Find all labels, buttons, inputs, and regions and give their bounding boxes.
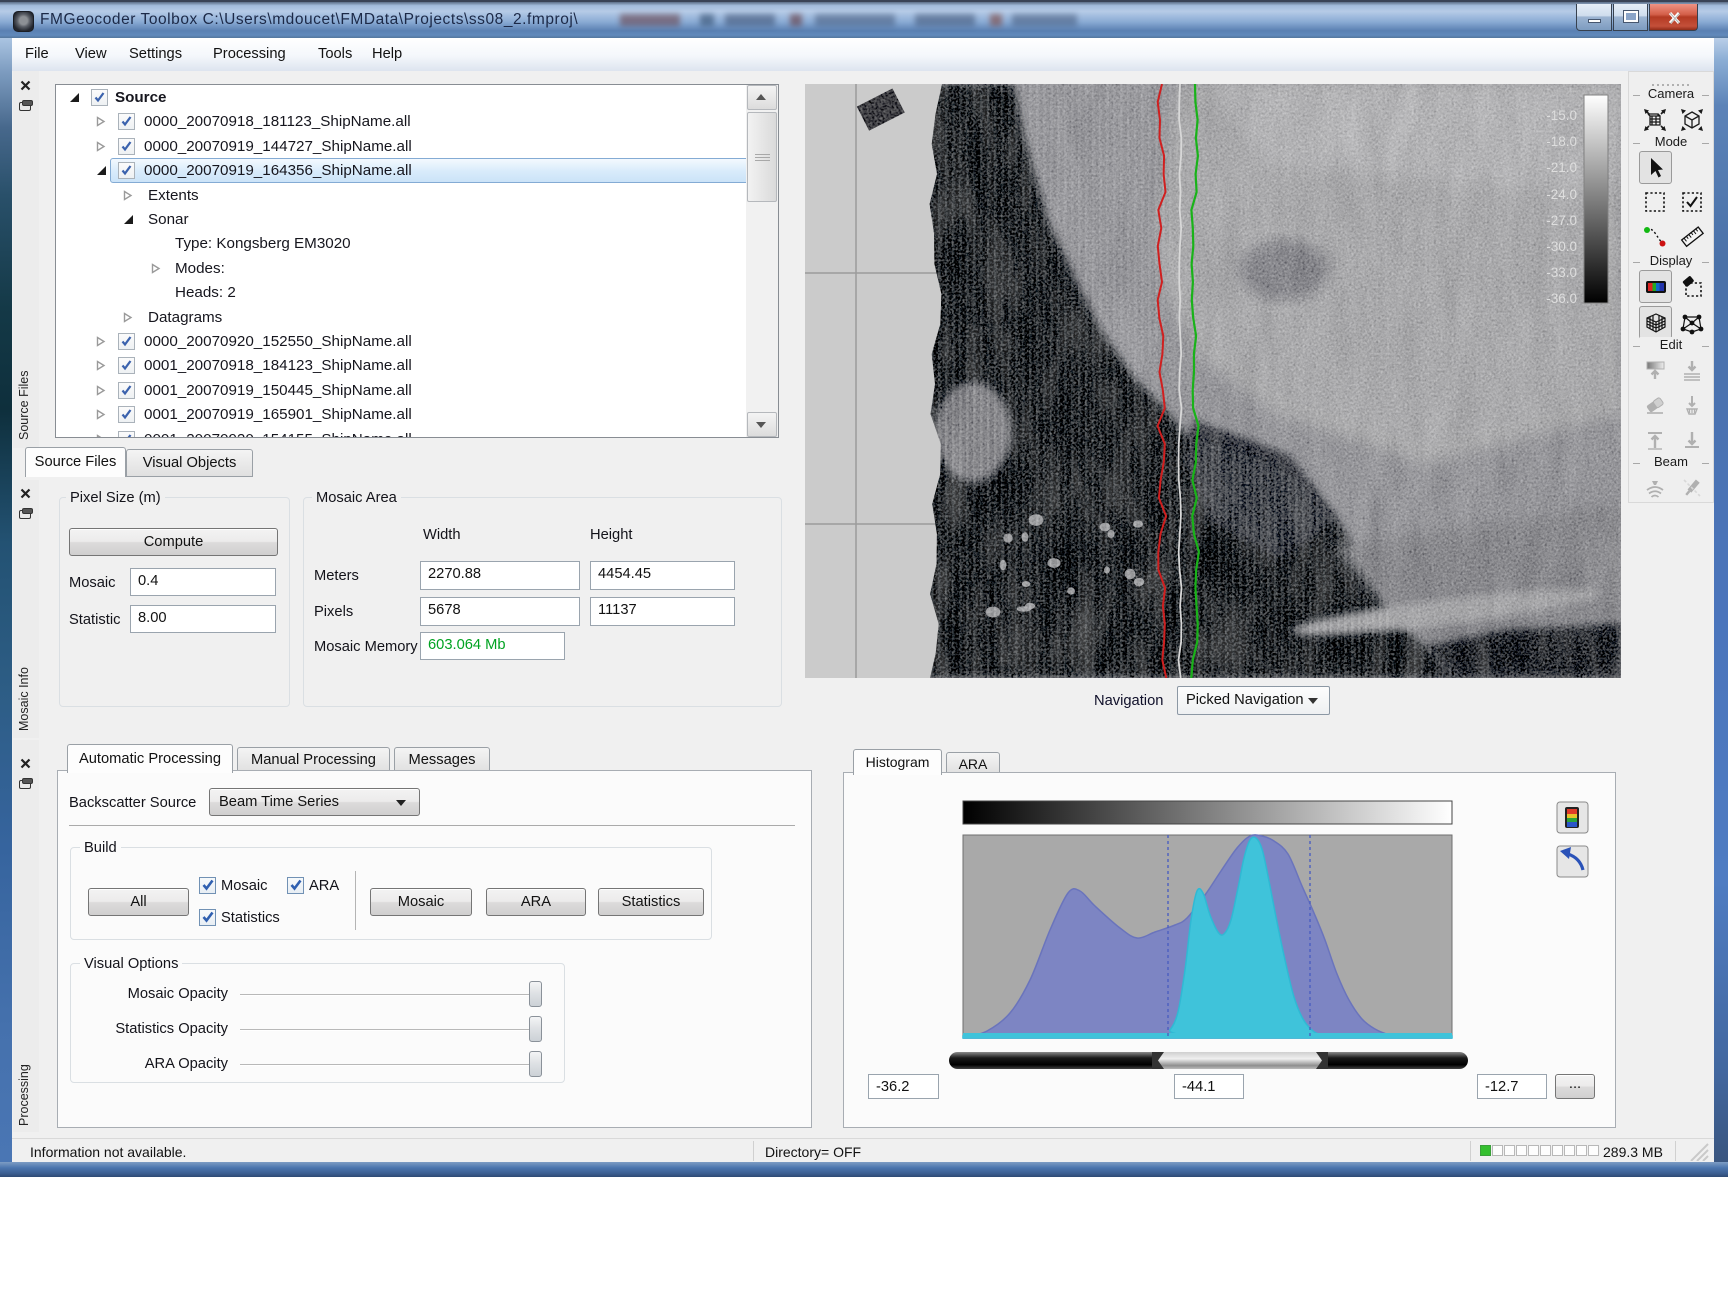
svg-text:-30.0: -30.0 [1546, 239, 1577, 254]
svg-text:-36.0: -36.0 [1546, 291, 1577, 306]
svg-text:-24.0: -24.0 [1546, 187, 1577, 202]
svg-text:-15.0: -15.0 [1546, 108, 1577, 123]
svg-text:-21.0: -21.0 [1546, 160, 1577, 175]
svg-text:-27.0: -27.0 [1546, 213, 1577, 228]
svg-text:-33.0: -33.0 [1546, 265, 1577, 280]
svg-text:-18.0: -18.0 [1546, 134, 1577, 149]
